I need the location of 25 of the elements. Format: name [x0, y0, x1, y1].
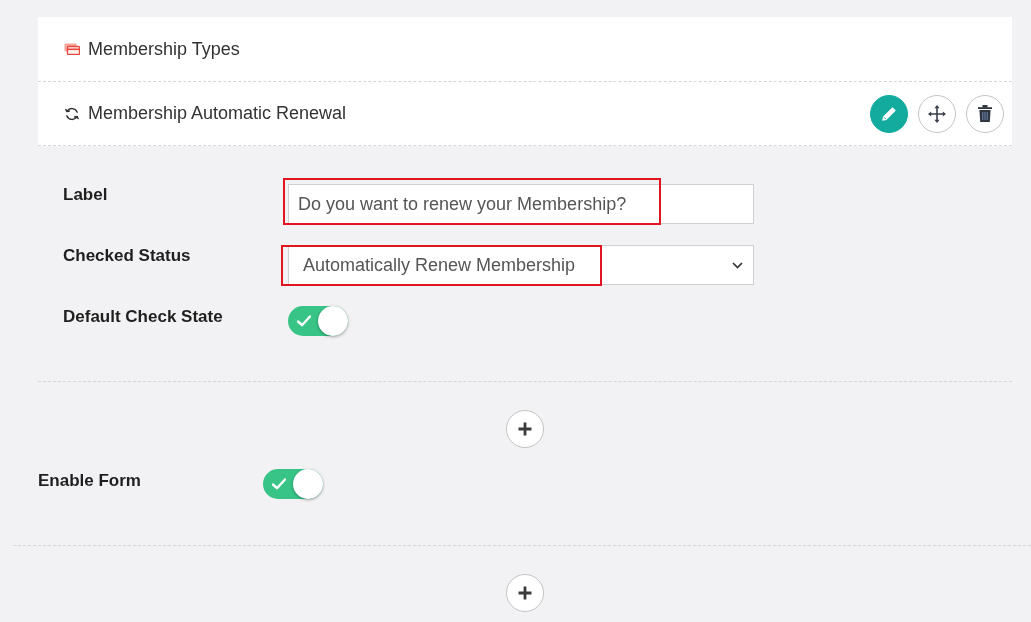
plus-icon	[518, 586, 532, 600]
check-icon	[297, 315, 311, 327]
add-button[interactable]	[506, 574, 544, 612]
field-label: Checked Status	[63, 245, 192, 267]
delete-button[interactable]	[966, 94, 1004, 133]
add-button[interactable]	[506, 410, 544, 448]
field-label: Label	[63, 184, 109, 206]
check-icon	[272, 478, 286, 490]
section-title: Membership Automatic Renewal	[88, 102, 348, 125]
pencil-icon	[881, 105, 897, 122]
plus-icon	[518, 422, 532, 436]
field-label: Default Check State	[63, 306, 224, 328]
text-field[interactable]: Do you want to renew your Membership?	[288, 184, 754, 224]
select-field[interactable]: Automatically Renew Membership	[288, 245, 754, 285]
cards-icon	[64, 43, 80, 55]
toggle-switch[interactable]	[288, 306, 348, 336]
field-label: Enable Form	[38, 470, 142, 492]
edit-button[interactable]	[870, 94, 908, 133]
chevron-down-icon	[732, 261, 743, 269]
toggle-switch[interactable]	[263, 469, 323, 499]
four-way-arrows-icon	[928, 104, 946, 123]
trash-icon	[978, 105, 992, 122]
section-title: Membership Types	[88, 37, 241, 61]
refresh-icon	[64, 106, 80, 121]
move-button[interactable]	[918, 94, 956, 133]
